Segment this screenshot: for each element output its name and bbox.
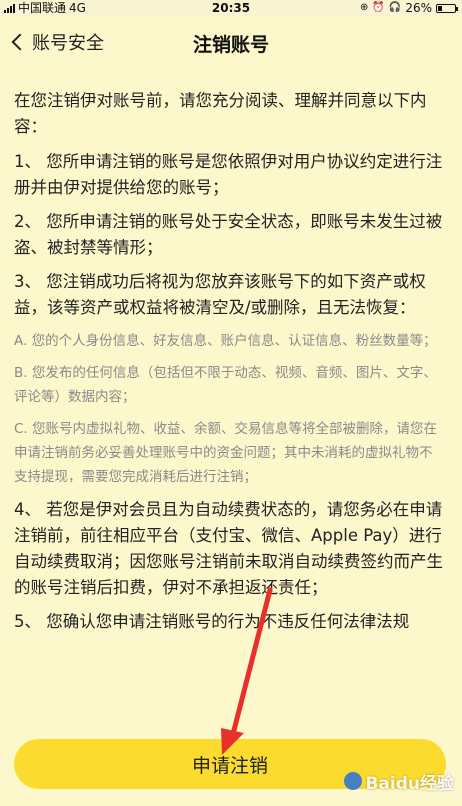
lock-rotation-icon: ⊕ — [360, 2, 369, 13]
battery-icon — [436, 3, 458, 13]
watermark-text: Baidu经验 — [365, 773, 454, 794]
battery-fill — [438, 5, 442, 11]
status-bar: 中国联通 4G 20:35 ⊕ ⏰ 🎧 26% — [0, 0, 462, 16]
clause-2: 2、 您所申请注销的账号处于安全状态，即账号未发生过被盗、被封禁等情形； — [14, 212, 443, 257]
baidu-watermark: Baidu经验 — [344, 767, 454, 795]
status-right: ⊕ ⏰ 🎧 26% — [360, 0, 458, 16]
intro-text: 在您注销伊对账号前，请您充分阅读、理解并同意以下内容： — [14, 91, 427, 136]
battery-percent: 26% — [405, 1, 432, 15]
bottom-bar: 申请注销 Baidu经验 — [0, 715, 462, 806]
nav-bar: 账号安全 注销账号 — [0, 16, 462, 68]
clause-1: 1、 您所申请注销的账号是您依照伊对用户协议约定进行注册并由伊对提供给您的账号； — [14, 152, 443, 197]
sub-item-c: C. 您账号内虚拟礼物、收益、余额、交易信息等将全部被删除，请您在申请注销前务必… — [14, 421, 438, 485]
agreement-content[interactable]: 在您注销伊对账号前，请您充分阅读、理解并同意以下内容： 1、 您所申请注销的账号… — [0, 68, 462, 723]
page-title: 注销账号 — [192, 34, 269, 56]
alarm-icon: ⏰ — [372, 2, 385, 13]
headphones-icon: 🎧 — [388, 2, 402, 13]
clause-4: 4、 若您是伊对会员且为自动续费状态的，请您务必在申请注销前，前往相应平台（支付… — [14, 500, 443, 597]
clause-5: 5、 您确认您申请注销账号的行为不违反任何法律法规 — [14, 612, 410, 631]
sub-item-a: A. 您的个人身份信息、好友信息、账户信息、认证信息、粉丝数量等； — [14, 333, 437, 349]
baidu-paw-icon — [344, 772, 363, 790]
sub-item-b: B. 您发布的任何信息（包括但不限于动态、视频、音频、图片、文字、评论等）数据内… — [14, 365, 437, 405]
clause-3: 3、 您注销成功后将视为您放弃该账号下的如下资产或权益，该等资产或权益将被清空及… — [14, 272, 426, 317]
